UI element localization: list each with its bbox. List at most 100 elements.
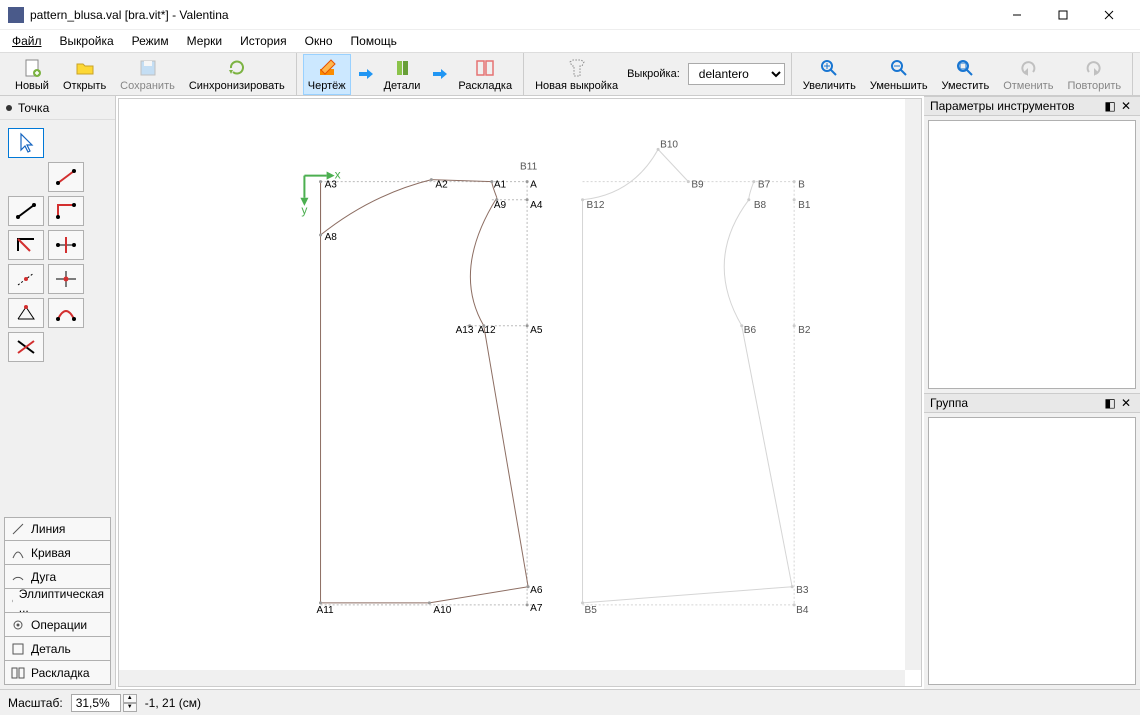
redo-icon [1083, 57, 1105, 79]
svg-text:A6: A6 [530, 585, 543, 596]
cat-operations[interactable]: Операции [4, 613, 111, 637]
undo-button: Отменить [998, 54, 1058, 95]
pointer-tool[interactable] [8, 128, 44, 158]
zoom-out-button[interactable]: Уменьшить [865, 54, 933, 95]
svg-text:B9: B9 [691, 180, 704, 191]
cat-curve[interactable]: Кривая [4, 541, 111, 565]
category-list: Линия Кривая Дуга Эллиптическая ... Опер… [0, 513, 115, 689]
menu-window[interactable]: Окно [297, 32, 341, 50]
redo-button: Повторить [1062, 54, 1126, 95]
layout-mode-button[interactable]: Раскладка [453, 54, 517, 95]
vertical-scrollbar[interactable] [905, 99, 921, 670]
close-button[interactable] [1086, 0, 1132, 30]
menu-help[interactable]: Помощь [343, 32, 405, 50]
coordinates: -1, 21 (см) [145, 696, 201, 710]
maximize-button[interactable] [1040, 0, 1086, 30]
svg-text:y: y [301, 203, 308, 217]
svg-text:B8: B8 [754, 200, 767, 211]
scale-label: Масштаб: [8, 696, 63, 710]
tool-intersection[interactable] [48, 264, 84, 294]
arrow-icon [429, 64, 449, 84]
svg-text:B6: B6 [744, 325, 757, 336]
tool-shoulder[interactable] [8, 264, 44, 294]
cat-line[interactable]: Линия [4, 517, 111, 541]
right-dock: Параметры инструментов ◧ ✕ Группа ◧ ✕ [924, 96, 1140, 689]
svg-text:B1: B1 [798, 200, 811, 211]
new-pattern-button[interactable]: Новая выкройка [530, 54, 623, 95]
app-icon [8, 7, 24, 23]
cat-elliptical[interactable]: Эллиптическая ... [4, 589, 111, 613]
toolbox-panel: Точка Линия Кривая Дуга Эллиптическая ..… [0, 96, 116, 689]
details-icon [391, 57, 413, 79]
cat-detail[interactable]: Деталь [4, 637, 111, 661]
drawing-canvas[interactable]: x y [118, 98, 922, 687]
tool-angle-point[interactable] [48, 196, 84, 226]
svg-text:B5: B5 [585, 605, 598, 616]
tool-line-black[interactable] [8, 196, 44, 226]
tool-bisector[interactable] [8, 230, 44, 260]
sync-button[interactable]: Синхронизировать [184, 54, 290, 95]
curve-icon [11, 546, 25, 560]
menu-pattern[interactable]: Выкройка [52, 32, 122, 50]
open-button[interactable]: Открыть [58, 54, 111, 95]
bullet-icon [6, 105, 12, 111]
zoom-fit-button[interactable]: Уместить [937, 54, 995, 95]
zoom-in-button[interactable]: Увеличить [798, 54, 861, 95]
tool-line-point[interactable] [48, 162, 84, 192]
tool-line-intersect[interactable] [8, 332, 44, 362]
undock-icon[interactable]: ◧ [1102, 98, 1118, 114]
zoom-in-icon [818, 57, 840, 79]
svg-text:B2: B2 [798, 325, 811, 336]
svg-text:B4: B4 [796, 605, 809, 616]
menu-history[interactable]: История [232, 32, 295, 50]
svg-text:A12: A12 [478, 325, 496, 336]
svg-text:A5: A5 [530, 325, 543, 336]
horizontal-scrollbar[interactable] [119, 670, 905, 686]
pattern-select[interactable]: delantero [688, 63, 785, 85]
ellipse-icon [11, 594, 13, 608]
tool-curve-point[interactable] [48, 298, 84, 328]
menu-file[interactable]: Файл [4, 32, 50, 50]
toolbox-header-label: Точка [18, 101, 49, 115]
spin-up[interactable]: ▲ [123, 694, 137, 703]
minimize-button[interactable] [994, 0, 1040, 30]
undock-icon[interactable]: ◧ [1102, 395, 1118, 411]
save-button: Сохранить [115, 54, 180, 95]
cat-layout[interactable]: Раскладка [4, 661, 111, 685]
svg-text:A10: A10 [433, 605, 451, 616]
properties-header[interactable]: Параметры инструментов ◧ ✕ [924, 96, 1140, 116]
menu-mode[interactable]: Режим [124, 32, 177, 50]
svg-text:A3: A3 [325, 180, 338, 191]
spin-down[interactable]: ▼ [123, 703, 137, 712]
svg-text:A: A [530, 180, 537, 191]
svg-text:B12: B12 [587, 200, 605, 211]
new-icon [21, 57, 43, 79]
svg-text:B11: B11 [520, 162, 538, 173]
arrow-icon [355, 64, 375, 84]
scale-spinbox[interactable]: ▲ ▼ [71, 694, 137, 712]
svg-text:A2: A2 [435, 180, 448, 191]
group-title: Группа [930, 396, 968, 410]
svg-text:A1: A1 [494, 180, 507, 191]
new-button[interactable]: Новый [10, 54, 54, 95]
svg-text:A4: A4 [530, 200, 543, 211]
tool-triangle[interactable] [8, 298, 44, 328]
gear-icon [11, 618, 25, 632]
scale-input[interactable] [71, 694, 121, 712]
properties-body [928, 120, 1136, 389]
arc-icon [11, 570, 25, 584]
group-header[interactable]: Группа ◧ ✕ [924, 393, 1140, 413]
close-panel-icon[interactable]: ✕ [1118, 98, 1134, 114]
menu-bar: Файл Выкройка Режим Мерки История Окно П… [0, 30, 1140, 52]
drawing-mode-button[interactable]: Чертёж [303, 54, 351, 95]
main-toolbar: Новый Открыть Сохранить Синхронизировать… [0, 52, 1140, 96]
toolbox-header-point[interactable]: Точка [0, 96, 115, 120]
svg-text:A9: A9 [494, 200, 507, 211]
svg-text:A7: A7 [530, 603, 543, 614]
menu-measurements[interactable]: Мерки [179, 32, 230, 50]
details-mode-button[interactable]: Детали [379, 54, 426, 95]
close-panel-icon[interactable]: ✕ [1118, 395, 1134, 411]
cat-arc[interactable]: Дуга [4, 565, 111, 589]
tool-perpendicular[interactable] [48, 230, 84, 260]
svg-text:B7: B7 [758, 180, 771, 191]
